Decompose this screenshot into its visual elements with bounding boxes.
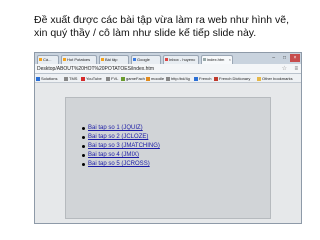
exercise-link-list: Bai tap so 1 (JQUIZ) Bai tap so 2 (JCLOZ… [82,124,160,169]
bookmark-item[interactable]: Solutions [36,75,57,82]
bookmarks-bar: Solutions TMS YouTube FVL gameFach moodl… [35,74,301,83]
tab-1[interactable]: Cá... [37,55,59,64]
page-icon [166,77,170,81]
bookmark-star-icon[interactable]: ☆ [282,65,287,73]
page-icon [64,77,68,81]
tab-active[interactable]: index.htm × [201,55,233,64]
tab-3[interactable]: Bài tập [99,55,129,64]
list-item: Bai tap so 1 (JQUIZ) [82,124,160,133]
address-text: Desktop/ABOUT%20HOT%20POTATOES/index.htm [37,66,154,72]
page-icon [194,77,198,81]
list-item: Bai tap so 3 (JMATCHING) [82,142,160,151]
bullet-icon [82,154,85,157]
exercise-page: Bai tap so 1 (JQUIZ) Bai tap so 2 (JCLOZ… [65,97,271,219]
tab-2[interactable]: Hot Potatoes [61,55,97,64]
exercise-link-jmix[interactable]: Bai tap so 4 (JMIX) [88,152,139,158]
slide-caption: Đề xuất được các bài tập vừa làm ra web … [34,14,290,39]
youtube-icon [81,77,85,81]
favicon-icon [39,58,42,61]
bookmark-item[interactable]: Other bookmarks [257,75,293,82]
bookmark-item[interactable]: moodle [146,75,164,82]
minimize-button[interactable]: – [272,54,275,62]
bookmark-item[interactable]: http:/bd/4g [166,75,190,82]
tab-label: Google [137,57,150,62]
tab-strip: Cá... Hot Potatoes Bài tập Google Inbox … [35,53,301,64]
favicon-icon [63,58,66,61]
close-tab-icon[interactable]: × [229,56,231,64]
bookmark-item[interactable]: YouTube [81,75,102,82]
favicon-icon [165,58,168,61]
tab-label: Inbox - huyenc [169,57,196,62]
folder-icon [257,77,261,81]
bookmark-item[interactable]: TMS [64,75,77,82]
bookmark-item[interactable]: French [194,75,211,82]
page-icon [214,77,218,81]
address-bar[interactable]: Desktop/ABOUT%20HOT%20POTATOES/index.htm… [35,64,301,74]
favicon-icon [203,58,206,61]
bullet-icon [82,136,85,139]
tab-5[interactable]: Inbox - huyenc [163,55,199,64]
maximize-button[interactable]: □ [283,54,286,62]
list-item: Bai tap so 2 (JCLOZE) [82,133,160,142]
bullet-icon [82,127,85,130]
tab-label: index.htm [207,57,225,62]
exercise-link-jquiz[interactable]: Bai tap so 1 (JQUIZ) [88,125,143,131]
tab-label: Bài tập [105,57,118,62]
page-viewport: Bai tap so 1 (JQUIZ) Bai tap so 2 (JCLOZ… [35,83,301,223]
list-item: Bai tap so 4 (JMIX) [82,151,160,160]
exercise-link-jcross[interactable]: Bai tap so 5 (JCROSS) [88,161,150,167]
page-icon [146,77,150,81]
close-window-button[interactable]: × [290,54,300,62]
tab-label: Hot Potatoes [67,57,91,62]
menu-icon[interactable]: ≡ [294,65,298,73]
favicon-icon [133,58,136,61]
bookmark-item[interactable]: FVL [106,75,118,82]
bookmark-item[interactable]: gameFach [121,75,145,82]
browser-window: Cá... Hot Potatoes Bài tập Google Inbox … [34,52,302,224]
page-icon [121,77,125,81]
bookmark-item[interactable]: French Dictionary [214,75,250,82]
tab-label: Cá... [43,57,52,62]
ms-icon [36,77,40,81]
tab-4[interactable]: Google [131,55,161,64]
exercise-link-jmatching[interactable]: Bai tap so 3 (JMATCHING) [88,143,160,149]
favicon-icon [101,58,104,61]
list-item: Bai tap so 5 (JCROSS) [82,160,160,169]
bullet-icon [82,163,85,166]
page-icon [106,77,110,81]
exercise-link-jcloze[interactable]: Bai tap so 2 (JCLOZE) [88,134,148,140]
bullet-icon [82,145,85,148]
